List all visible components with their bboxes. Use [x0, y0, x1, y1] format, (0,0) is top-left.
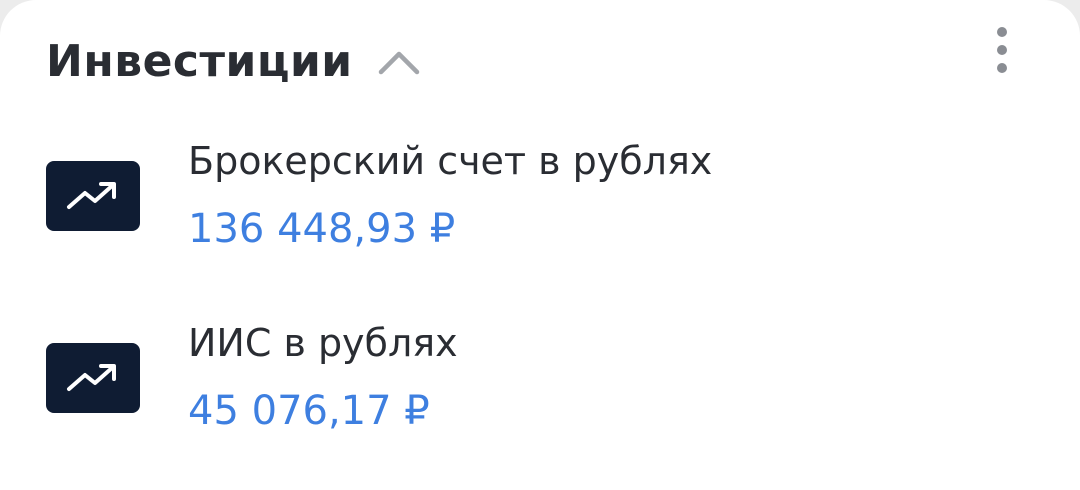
chevron-up-icon-graphic: [378, 51, 419, 75]
trending-up-icon: [46, 161, 140, 231]
section-header[interactable]: Инвестиции: [46, 30, 421, 94]
trending-up-icon-graphic: [67, 182, 116, 209]
menu-dot: [997, 45, 1007, 55]
account-balance: 45 076,17 ₽: [188, 388, 430, 434]
menu-dot: [997, 63, 1007, 73]
trending-up-icon: [46, 343, 140, 413]
more-vertical-icon[interactable]: [978, 22, 1026, 78]
account-balance: 136 448,93 ₽: [188, 206, 456, 252]
chevron-up-icon[interactable]: [377, 40, 421, 84]
account-name: ИИС в рублях: [188, 321, 458, 365]
account-item-iis[interactable]: ИИС в рублях 45 076,17 ₽: [46, 310, 1006, 450]
account-name: Брокерский счет в рублях: [188, 139, 713, 183]
trending-up-icon-graphic: [67, 364, 116, 391]
section-title: Инвестиции: [46, 36, 353, 87]
account-item-brokerage[interactable]: Брокерский счет в рублях 136 448,93 ₽: [46, 128, 1006, 268]
investments-card: Инвестиции Брокерский счет в рублях 136 …: [0, 0, 1080, 490]
menu-dot: [997, 27, 1007, 37]
